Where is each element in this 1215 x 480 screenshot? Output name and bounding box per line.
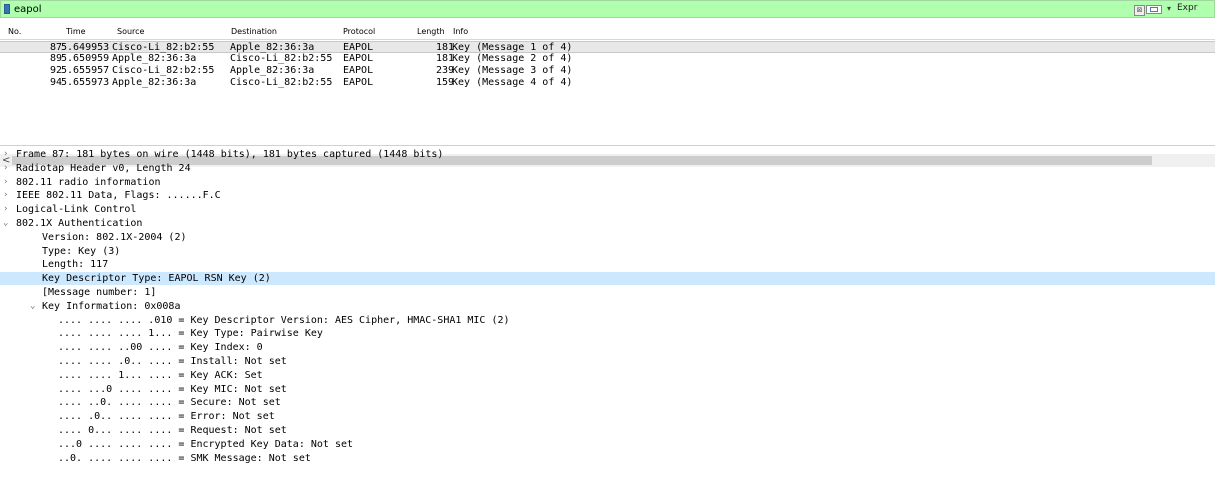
- detail-tree-label: .... 0... .... .... = Request: Not set: [58, 425, 287, 436]
- detail-tree-label: IEEE 802.11 Data, Flags: ......F.C: [16, 190, 221, 202]
- packet-row[interactable]: 87 5.649953 Cisco-Li_82:b2:55 Apple_82:36:3…: [0, 41, 1215, 53]
- column-header-info[interactable]: Info: [453, 27, 468, 36]
- packet-details-pane: › Frame 87: 181 bytes on wire (1448 bits)…: [0, 148, 1215, 480]
- packet-cell-source: Apple_82:36:3a: [112, 53, 197, 64]
- expression-button[interactable]: Expr: [1177, 3, 1197, 13]
- packet-cell-destination: Cisco-Li_82:b2:55: [230, 53, 333, 64]
- packet-cell-info: Key (Message 2 of 4): [452, 53, 573, 64]
- detail-tree-item[interactable]: ⌄ Key Information: 0x008a: [0, 300, 1215, 313]
- collapse-chevron-right-icon[interactable]: ›: [3, 148, 8, 161]
- detail-tree-label: Logical-Link Control: [16, 204, 137, 216]
- bookmark-icon[interactable]: [4, 4, 10, 14]
- detail-tree-item[interactable]: ..0. .... .... .... = SMK Message: Not s…: [0, 452, 1215, 465]
- packet-cell-source: Apple_82:36:3a: [112, 77, 197, 88]
- detail-tree-label: Frame 87: 181 bytes on wire (1448 bits),…: [16, 149, 444, 160]
- collapse-chevron-right-icon[interactable]: ›: [3, 176, 8, 189]
- detail-tree-item[interactable]: .... ...0 .... .... = Key MIC: Not set: [0, 383, 1215, 396]
- filter-history-dropdown-icon[interactable]: ▾: [1167, 4, 1171, 13]
- detail-tree-item[interactable]: › IEEE 802.11 Data, Flags: ......F.C: [0, 189, 1215, 202]
- detail-tree-item[interactable]: .... ..0. .... .... = Secure: Not set: [0, 396, 1215, 409]
- detail-tree-item[interactable]: .... .... .0.. .... = Install: Not set: [0, 355, 1215, 368]
- detail-tree-label: .... .... .0.. .... = Install: Not set: [58, 356, 287, 367]
- packet-cell-protocol: EAPOL: [343, 53, 374, 64]
- packet-cell-time: 5.650959: [61, 53, 110, 64]
- collapse-chevron-right-icon[interactable]: ›: [3, 162, 8, 175]
- expand-chevron-down-icon[interactable]: ⌄: [30, 300, 35, 313]
- packet-row[interactable]: 92 5.655957 Cisco-Li_82:b2:55 Apple_82:36:3…: [0, 65, 1215, 77]
- column-header-no[interactable]: No.: [8, 27, 21, 36]
- packet-row[interactable]: 94 5.655973 Apple_82:36:3a Cisco-Li_82:b2:5…: [0, 77, 1215, 89]
- detail-tree-item[interactable]: Version: 802.1X-2004 (2): [0, 231, 1215, 244]
- detail-tree-label: Version: 802.1X-2004 (2): [42, 231, 187, 243]
- column-header-destination[interactable]: Destination: [231, 27, 277, 36]
- detail-tree-item[interactable]: .... .... ..00 .... = Key Index: 0: [0, 341, 1215, 354]
- column-header-source[interactable]: Source: [117, 27, 144, 36]
- detail-tree-item[interactable]: › Logical-Link Control: [0, 203, 1215, 216]
- detail-tree-item[interactable]: › 802.11 radio information: [0, 176, 1215, 189]
- pane-splitter[interactable]: [0, 145, 1215, 146]
- detail-tree-label: .... ..0. .... .... = Secure: Not set: [58, 397, 281, 409]
- detail-tree-label: Key Descriptor Type: EAPOL RSN Key (2): [42, 273, 271, 285]
- detail-tree-item[interactable]: ⌄ 802.1X Authentication: [0, 217, 1215, 230]
- packet-row[interactable]: 89 5.650959 Apple_82:36:3a Cisco-Li_82:b2:5…: [0, 53, 1215, 65]
- packet-cell-destination: Cisco-Li_82:b2:55: [230, 77, 333, 88]
- detail-tree-item[interactable]: [Message number: 1]: [0, 286, 1215, 299]
- packet-cell-info: Key (Message 4 of 4): [452, 77, 573, 88]
- detail-tree-item[interactable]: .... 0... .... .... = Request: Not set: [0, 424, 1215, 437]
- collapse-chevron-right-icon[interactable]: ›: [3, 189, 8, 202]
- packet-cell-source: Cisco-Li_82:b2:55: [112, 65, 215, 76]
- clear-filter-icon[interactable]: ⊠: [1134, 5, 1145, 16]
- detail-tree-label: 802.11 radio information: [16, 176, 161, 188]
- detail-tree-item[interactable]: Length: 117: [0, 258, 1215, 271]
- packet-list-header: No. Time Source Destination Protocol Len…: [0, 25, 1215, 40]
- packet-cell-time: 5.655957: [61, 65, 110, 76]
- detail-tree-label: .... .... 1... .... = Key ACK: Set: [58, 369, 263, 381]
- detail-tree-label: .... ...0 .... .... = Key MIC: Not set: [58, 383, 287, 395]
- expand-chevron-down-icon[interactable]: ⌄: [3, 217, 8, 230]
- packet-cell-time: 5.655973: [61, 77, 110, 88]
- detail-tree-label: .... .... .... .010 = Key Descriptor Ver…: [58, 314, 510, 326]
- display-filter-bar[interactable]: ⊠ ▾ Expr: [0, 0, 1215, 18]
- display-filter-input[interactable]: [14, 2, 1114, 17]
- column-header-time[interactable]: Time: [66, 27, 86, 36]
- column-header-protocol[interactable]: Protocol: [343, 27, 375, 36]
- detail-tree-label: Length: 117: [42, 259, 109, 271]
- detail-tree-label: .... .0.. .... .... = Error: Not set: [58, 411, 275, 423]
- detail-tree-item[interactable]: › Radiotap Header v0, Length 24: [0, 162, 1215, 175]
- detail-tree-label: 802.1X Authentication: [16, 218, 143, 229]
- detail-tree-item[interactable]: .... .0.. .... .... = Error: Not set: [0, 410, 1215, 423]
- column-header-length[interactable]: Length: [417, 27, 445, 36]
- detail-tree-label: Key Information: 0x008a: [42, 300, 181, 312]
- packet-cell-info: Key (Message 3 of 4): [452, 65, 573, 76]
- detail-tree-label: [Message number: 1]: [42, 287, 157, 298]
- apply-filter-icon[interactable]: [1146, 5, 1162, 14]
- detail-tree-label: ..0. .... .... .... = SMK Message: Not s…: [58, 452, 311, 464]
- detail-tree-item[interactable]: .... .... 1... .... = Key ACK: Set: [0, 369, 1215, 382]
- detail-tree-label: ...0 .... .... .... = Encrypted Key Data…: [58, 438, 354, 450]
- detail-tree-item[interactable]: ...0 .... .... .... = Encrypted Key Data…: [0, 438, 1215, 451]
- detail-tree-label: Type: Key (3): [42, 245, 121, 257]
- detail-tree-item[interactable]: Type: Key (3): [0, 245, 1215, 258]
- detail-tree-item[interactable]: .... .... .... 1... = Key Type: Pairwise…: [0, 327, 1215, 340]
- packet-cell-protocol: EAPOL: [343, 77, 374, 88]
- detail-tree-label: .... .... ..00 .... = Key Index: 0: [58, 342, 263, 354]
- detail-tree-item[interactable]: .... .... .... .010 = Key Descriptor Ver…: [0, 314, 1215, 327]
- detail-tree-item[interactable]: › Frame 87: 181 bytes on wire (1448 bits)…: [0, 148, 1215, 161]
- collapse-chevron-right-icon[interactable]: ›: [3, 203, 8, 216]
- detail-tree-label: .... .... .... 1... = Key Type: Pairwise…: [58, 328, 323, 340]
- packet-cell-destination: Apple_82:36:3a: [230, 65, 315, 76]
- detail-tree-item[interactable]: Key Descriptor Type: EAPOL RSN Key (2): [0, 272, 1215, 286]
- packet-cell-protocol: EAPOL: [343, 65, 374, 76]
- packet-list-pane: No. Time Source Destination Protocol Len…: [0, 25, 1215, 167]
- detail-tree-label: Radiotap Header v0, Length 24: [16, 162, 191, 174]
